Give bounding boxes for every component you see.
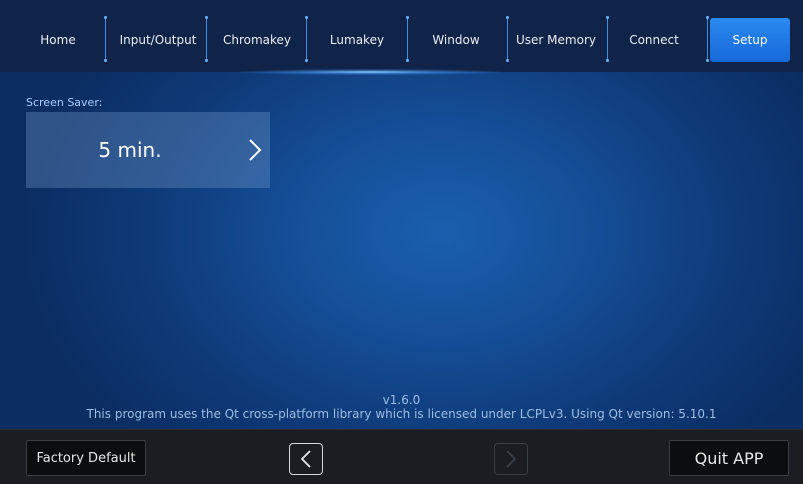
version-text: v1.6.0 [382,393,421,407]
screen-saver-selector[interactable]: 5 min. [26,112,270,188]
tab-lumakey[interactable]: Lumakey [312,18,402,62]
tab-connect[interactable]: Connect [612,18,696,62]
tab-separator [406,16,409,62]
tab-input-output[interactable]: Input/Output [112,18,204,62]
tab-window[interactable]: Window [414,18,498,62]
tab-separator [706,16,709,62]
chevron-right-icon [249,139,262,161]
tab-separator [205,16,208,62]
tab-separator [305,16,308,62]
app-window: Home Input/Output Chromakey Lumakey Wind… [0,0,803,484]
license-text: This program uses the Qt cross-platform … [86,407,717,421]
screen-saver-value: 5 min. [98,138,162,162]
top-navigation-bar: Home Input/Output Chromakey Lumakey Wind… [0,0,803,72]
factory-default-button[interactable]: Factory Default [26,440,146,476]
previous-page-button[interactable] [289,443,323,475]
tab-separator [506,16,509,62]
screen-saver-label: Screen Saver: [26,96,103,109]
tab-setup[interactable]: Setup [710,18,790,62]
tab-user-memory[interactable]: User Memory [510,18,602,62]
active-glow [240,69,500,75]
chevron-right-icon [506,450,517,468]
next-page-button[interactable] [494,443,528,475]
tab-separator [104,16,107,62]
quit-app-button[interactable]: Quit APP [669,440,789,476]
tab-home[interactable]: Home [30,18,86,62]
tab-separator [606,16,609,62]
tab-chromakey[interactable]: Chromakey [212,18,302,62]
bottom-bar: Factory Default Quit APP [0,429,803,484]
chevron-left-icon [300,450,311,468]
